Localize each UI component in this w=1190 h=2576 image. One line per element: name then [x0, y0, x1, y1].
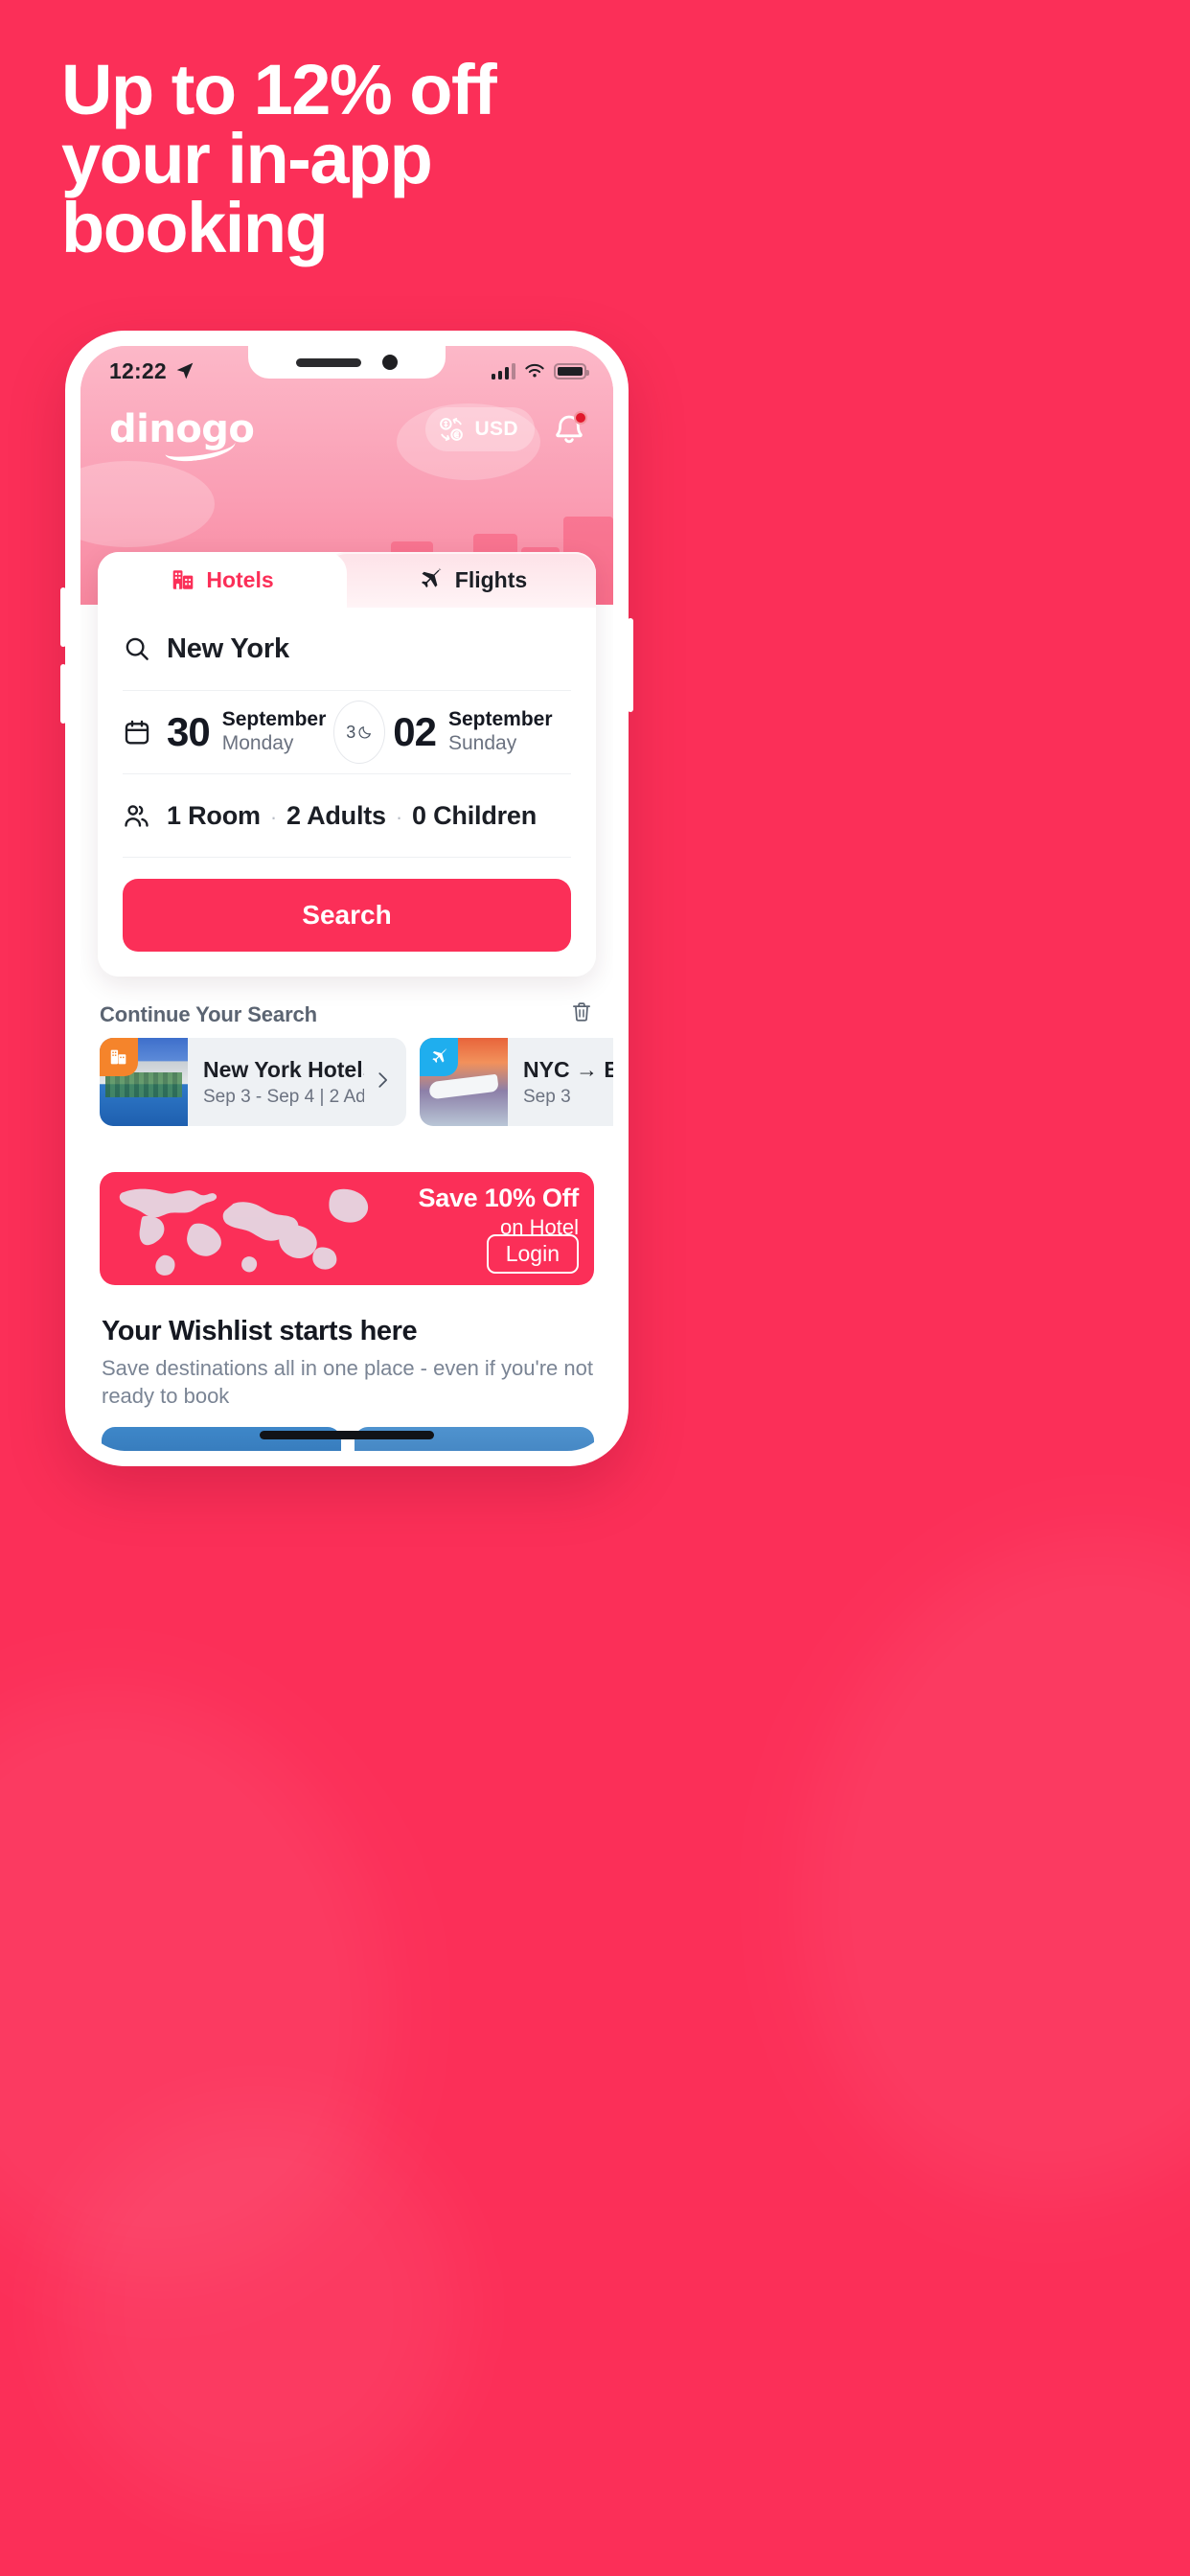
check-out-month: September	[447, 708, 553, 731]
search-tabs: Hotels Flights	[98, 552, 596, 608]
continue-search-item-name: New York Hotels	[203, 1056, 364, 1082]
background-blob	[57, 2108, 460, 2511]
occupancy-row[interactable]: 1 Room · 2 Adults · 0 Children	[123, 774, 571, 858]
notification-badge-dot	[574, 411, 587, 425]
continue-search-title: Continue Your Search	[100, 1001, 318, 1026]
currency-selector[interactable]: USD	[425, 407, 535, 451]
moon-icon	[358, 726, 372, 739]
continue-search-item-subtitle: Sep 3	[523, 1086, 571, 1107]
search-card: Hotels Flights New York 30 September Mon…	[98, 552, 596, 977]
occupancy-adults: 2 Adults	[286, 800, 386, 830]
check-out-date[interactable]: 02 September Sunday	[393, 708, 552, 756]
search-button[interactable]: Search	[123, 879, 571, 952]
login-button[interactable]: Login	[486, 1234, 579, 1274]
background-blob	[0, 1623, 464, 2344]
notifications-button[interactable]	[550, 410, 588, 448]
promo-banner-texts: Save 10% Off on Hotel	[418, 1184, 580, 1240]
tab-hotels-label: Hotels	[206, 566, 274, 592]
check-in-month: September	[221, 708, 327, 731]
dates-row[interactable]: 30 September Monday 3 02 September Sunda…	[123, 691, 571, 774]
home-indicator[interactable]	[260, 1431, 434, 1439]
occupancy-children: 0 Children	[412, 800, 538, 830]
nights-count: 3	[346, 722, 356, 742]
phone-notch	[248, 346, 446, 379]
app-bar-actions: USD	[425, 407, 588, 451]
check-in-meta: September Monday	[222, 708, 327, 756]
wishlist-section: Your Wishlist starts here Save destinati…	[102, 1316, 600, 1410]
earpiece-speaker	[296, 357, 361, 367]
continue-search-item-flight[interactable]: NYC → Ba Sep 3	[420, 1038, 613, 1126]
hotel-badge-icon	[100, 1038, 138, 1076]
occupancy-value: 1 Room · 2 Adults · 0 Children	[167, 801, 537, 831]
check-out-day: 02	[393, 709, 437, 754]
app-bar: dinogo USD	[80, 396, 613, 464]
promo-banner[interactable]: Save 10% Off on Hotel Login	[100, 1172, 594, 1285]
check-in-date[interactable]: 30 September Monday	[167, 708, 326, 756]
front-camera	[382, 355, 398, 370]
continue-search-list: New York Hotels Sep 3 - Sep 4 | 2 Adults	[100, 1038, 613, 1126]
destination-row[interactable]: New York	[123, 608, 571, 691]
trash-icon[interactable]	[569, 1000, 594, 1029]
status-bar-left: 12:22	[109, 358, 195, 384]
tab-hotels[interactable]: Hotels	[98, 552, 347, 608]
occupancy-rooms: 1 Room	[167, 800, 261, 830]
continue-search-item-hotel[interactable]: New York Hotels Sep 3 - Sep 4 | 2 Adults	[100, 1038, 406, 1126]
check-out-meta: September Sunday	[448, 708, 553, 756]
flight-thumbnail	[420, 1038, 508, 1126]
hotel-thumbnail	[100, 1038, 188, 1126]
continue-search-item-name: NYC → Ba	[523, 1056, 613, 1082]
volume-up-button[interactable]	[60, 587, 66, 647]
search-icon	[123, 634, 167, 663]
continue-search-item-info: NYC → Ba Sep 3	[508, 1057, 613, 1108]
flight-badge-icon	[420, 1038, 458, 1076]
promo-headline: Up to 12% off your in-app booking	[61, 50, 675, 267]
app-logo[interactable]: dinogo	[109, 407, 255, 464]
cellular-signal-icon	[491, 362, 515, 380]
phone-body: 12:22 dinogo USD Hotels Flights New York…	[60, 331, 633, 1466]
nights-badge: 3	[333, 701, 386, 764]
continue-search-header: Continue Your Search	[100, 1000, 594, 1029]
power-button[interactable]	[628, 618, 633, 712]
guests-icon	[123, 801, 167, 830]
calendar-icon	[123, 718, 167, 747]
headline-line-3: booking	[61, 188, 329, 267]
check-in-day: 30	[167, 709, 211, 754]
tab-flights[interactable]: Flights	[326, 552, 596, 608]
currency-exchange-icon	[440, 418, 464, 441]
location-arrow-icon	[176, 362, 194, 380]
search-form: New York 30 September Monday 3 02 Septem…	[98, 608, 596, 977]
check-out-weekday: Sunday	[447, 732, 517, 754]
phone-screen: 12:22 dinogo USD Hotels Flights New York…	[80, 346, 613, 1451]
chevron-right-icon	[372, 1070, 406, 1095]
occupancy-separator: ·	[395, 804, 403, 829]
continue-search-item-subtitle: Sep 3 - Sep 4 | 2 Adults	[203, 1086, 364, 1107]
destination-value: New York	[167, 632, 289, 664]
search-button-row: Search	[123, 858, 571, 977]
battery-icon	[554, 362, 589, 380]
status-time: 12:22	[109, 357, 167, 383]
background-blob	[733, 1478, 1190, 2260]
check-in-weekday: Monday	[221, 732, 294, 754]
headline-line-1: Up to 12% off	[61, 50, 497, 129]
headline-line-2: your in-app	[61, 119, 433, 198]
world-map-icon	[119, 1188, 369, 1276]
airplane-icon	[421, 567, 442, 588]
wifi-icon	[525, 363, 544, 377]
continue-search-item-info: New York Hotels Sep 3 - Sep 4 | 2 Adults	[188, 1057, 372, 1108]
status-bar-right	[491, 362, 589, 380]
currency-label: USD	[474, 418, 518, 440]
phone-mockup: 12:22 dinogo USD Hotels Flights New York…	[60, 331, 1110, 1466]
promo-banner-line-1: Save 10% Off	[418, 1184, 580, 1212]
building-icon	[173, 570, 194, 589]
wishlist-title: Your Wishlist starts here	[102, 1316, 418, 1346]
occupancy-separator: ·	[269, 804, 277, 829]
tab-flights-label: Flights	[454, 566, 528, 592]
wishlist-subtitle: Save destinations all in one place - eve…	[102, 1356, 593, 1408]
volume-down-button[interactable]	[60, 664, 66, 724]
